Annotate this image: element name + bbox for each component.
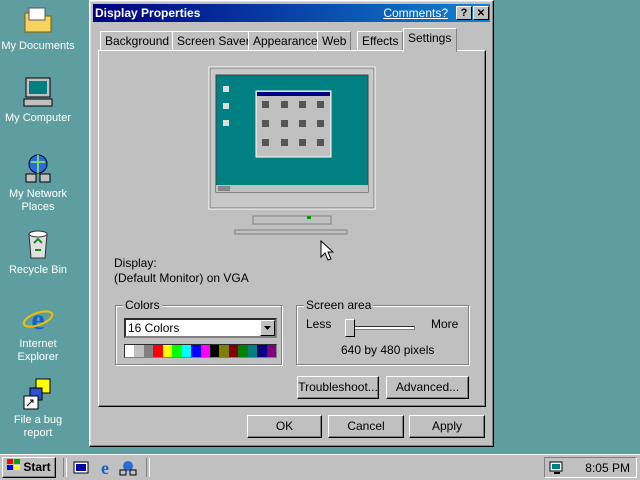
- color-swatch: [134, 345, 144, 357]
- less-label: Less: [306, 317, 332, 331]
- comments-link[interactable]: Comments?: [383, 4, 448, 22]
- color-swatch: [172, 345, 182, 357]
- svg-text:e: e: [101, 458, 109, 476]
- taskbar: Start e 8:05 PM: [0, 454, 640, 480]
- settings-panel: Display: (Default Monitor) on VGA Colors…: [98, 50, 486, 407]
- windows-logo-icon: [7, 458, 21, 477]
- svg-text:e: e: [31, 303, 44, 334]
- icon-label: My Network Places: [8, 188, 68, 213]
- screen-area-group: Screen area Less More 640 by 480 pixels: [296, 298, 469, 365]
- color-palette: [124, 344, 277, 358]
- desktop-icon-my-network-places[interactable]: My Network Places: [0, 152, 76, 214]
- icon-label: File a bug report: [13, 414, 63, 439]
- desktop-icon-file-bug-report[interactable]: File a bug report: [0, 378, 76, 440]
- color-swatch: [200, 345, 210, 357]
- taskbar-divider: [146, 458, 150, 477]
- color-swatch: [162, 345, 173, 357]
- color-swatch: [153, 345, 163, 357]
- help-icon: ?: [460, 7, 468, 19]
- color-swatch: [191, 345, 201, 357]
- display-value: (Default Monitor) on VGA: [114, 271, 249, 285]
- icon-label: My Documents: [1, 40, 75, 52]
- colors-select[interactable]: 16 Colors: [124, 318, 277, 338]
- colors-group: Colors 16 Colors: [115, 298, 282, 365]
- dialog-title: Display Properties: [95, 6, 201, 20]
- network-icon[interactable]: [119, 459, 137, 476]
- bug-report-icon: [22, 378, 54, 410]
- color-swatch: [257, 345, 267, 357]
- tab-web[interactable]: Web: [317, 31, 352, 51]
- colors-select-value: 16 Colors: [128, 321, 180, 335]
- title-bar[interactable]: Display Properties Comments? ? ✕: [93, 4, 490, 22]
- tab-screen-saver[interactable]: Screen Saver: [172, 31, 255, 51]
- color-swatch: [266, 345, 276, 357]
- color-swatch: [247, 345, 258, 357]
- chevron-down-icon[interactable]: [260, 320, 275, 336]
- help-button[interactable]: ?: [456, 6, 472, 20]
- resolution-label: 640 by 480 pixels: [341, 343, 435, 357]
- monitor-preview: [201, 66, 383, 246]
- color-swatch: [143, 345, 154, 357]
- internet-explorer-icon: e: [22, 302, 54, 336]
- start-label: Start: [23, 460, 51, 474]
- ok-button[interactable]: OK: [247, 415, 322, 438]
- internet-explorer-icon[interactable]: e: [96, 458, 114, 478]
- desktop-icon-recycle-bin[interactable]: Recycle Bin: [0, 228, 76, 277]
- icon-label: Recycle Bin: [8, 264, 68, 276]
- close-button[interactable]: ✕: [473, 6, 489, 20]
- computer-icon: [22, 76, 54, 108]
- tab-background[interactable]: Background: [100, 31, 175, 51]
- desktop-icon-my-computer[interactable]: My Computer: [0, 76, 76, 125]
- cancel-button[interactable]: Cancel: [328, 415, 404, 438]
- color-swatch: [181, 345, 192, 357]
- system-tray: 8:05 PM: [544, 457, 637, 478]
- color-swatch: [228, 345, 239, 357]
- folder-icon: [22, 4, 54, 36]
- display-label: Display:: [114, 256, 157, 270]
- close-icon: ✕: [476, 8, 486, 19]
- quick-launch-divider: [63, 458, 67, 477]
- icon-label: Internet Explorer: [17, 338, 59, 363]
- screen-area-slider-thumb[interactable]: [345, 319, 355, 337]
- color-swatch: [238, 345, 248, 357]
- color-swatch: [219, 345, 229, 357]
- mouse-cursor-icon: [320, 239, 335, 265]
- more-label: More: [431, 317, 459, 331]
- advanced-button[interactable]: Advanced...: [386, 376, 469, 399]
- color-swatch: [125, 345, 135, 357]
- recycle-bin-icon: [22, 228, 54, 260]
- screen-area-group-label: Screen area: [304, 298, 374, 312]
- screen-area-slider-track[interactable]: [345, 326, 415, 330]
- clock[interactable]: 8:05 PM: [585, 461, 630, 475]
- desktop-icon-internet-explorer[interactable]: e Internet Explorer: [0, 302, 76, 364]
- troubleshoot-button[interactable]: Troubleshoot...: [297, 376, 379, 399]
- color-swatch: [209, 345, 220, 357]
- colors-group-label: Colors: [123, 298, 162, 312]
- icon-label: My Computer: [4, 112, 72, 124]
- display-properties-dialog: Display Properties Comments? ? ✕ Backgro…: [89, 0, 494, 447]
- desktop-icon-my-documents[interactable]: My Documents: [0, 4, 76, 53]
- tab-effects[interactable]: Effects: [357, 31, 404, 51]
- start-button[interactable]: Start: [2, 457, 56, 478]
- apply-button[interactable]: Apply: [409, 415, 485, 438]
- tab-appearance[interactable]: Appearance: [248, 31, 323, 51]
- show-desktop-icon[interactable]: [72, 459, 90, 476]
- display-tray-icon[interactable]: [549, 460, 565, 478]
- tab-settings[interactable]: Settings: [403, 28, 457, 52]
- network-icon: [22, 152, 54, 184]
